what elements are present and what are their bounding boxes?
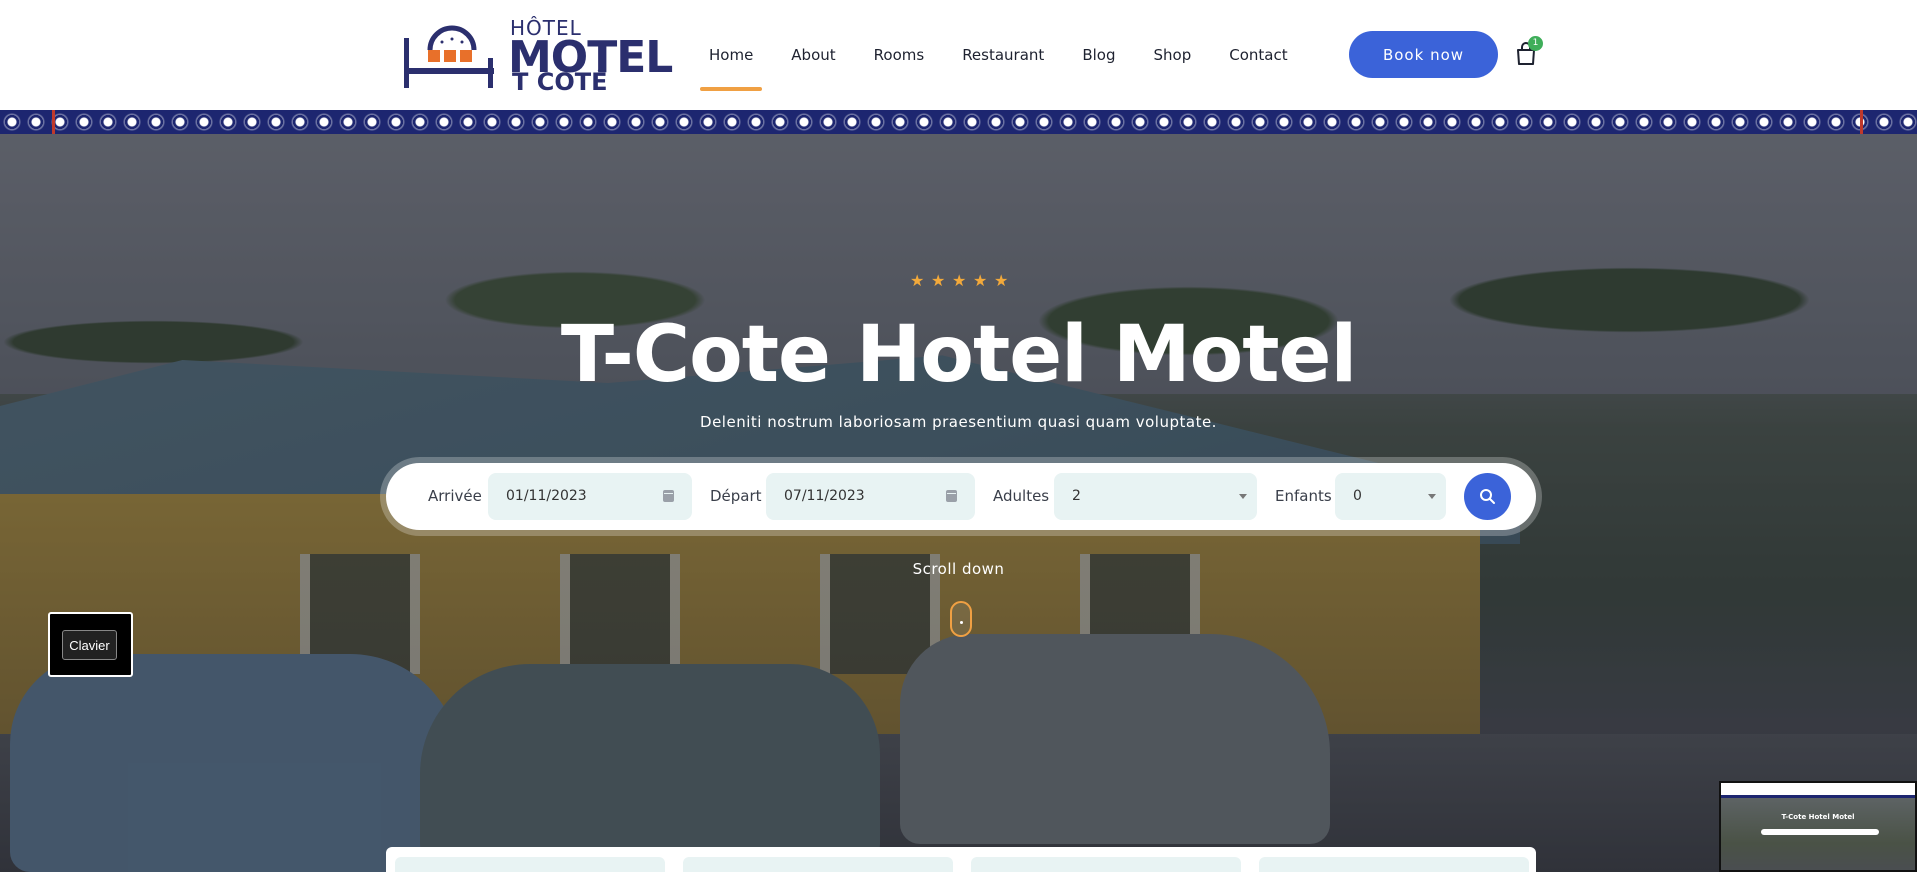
departure-date-input[interactable]: 07/11/2023 [766, 473, 975, 520]
main-nav: Home About Rooms Restaurant Blog Shop Co… [690, 0, 1307, 110]
adults-select[interactable]: 2 [1054, 473, 1257, 520]
thumb-booking-bar [1761, 829, 1879, 835]
children-select[interactable]: 0 [1335, 473, 1446, 520]
departure-label: Départ [710, 487, 762, 505]
nav-item-contact[interactable]: Contact [1229, 0, 1287, 110]
star-icon: ★ [931, 271, 946, 290]
site-header: HÔTEL MOTEL T CÔTÉ Home About Rooms Rest… [0, 0, 1917, 110]
hero-subtitle: Deleniti nostrum laboriosam praesentium … [700, 413, 1217, 431]
nav-item-about[interactable]: About [791, 0, 835, 110]
keyboard-button[interactable]: Clavier [62, 630, 117, 660]
chevron-down-icon [1428, 494, 1436, 499]
keyboard-overlay: Clavier [48, 612, 133, 677]
calendar-icon[interactable] [946, 490, 957, 502]
hero-title: T-Cote Hotel Motel [560, 310, 1357, 400]
nav-item-home[interactable]: Home [699, 0, 763, 110]
children-label: Enfants [1275, 487, 1332, 505]
book-now-button[interactable]: Book now [1349, 31, 1498, 78]
adults-label: Adultes [993, 487, 1050, 505]
bed-logo-icon [404, 25, 494, 88]
page-preview-thumbnail[interactable]: T-Cote Hotel Motel [1719, 781, 1917, 872]
arrival-date-input[interactable]: 01/11/2023 [488, 473, 692, 520]
nav-item-blog[interactable]: Blog [1082, 0, 1115, 110]
thumb-hero [1721, 798, 1915, 870]
site-logo[interactable]: HÔTEL MOTEL T CÔTÉ [400, 14, 673, 96]
departure-date-value: 07/11/2023 [784, 488, 865, 504]
thumb-header [1721, 783, 1915, 795]
adults-select-value: 2 [1072, 488, 1081, 504]
band-marker-right [1860, 110, 1863, 134]
room-card[interactable] [1259, 857, 1529, 872]
room-cards-section [386, 847, 1536, 872]
room-card[interactable] [683, 857, 953, 872]
search-availability-button[interactable] [1464, 473, 1511, 520]
search-icon [1480, 489, 1495, 504]
logo-tcote-text: T CÔTÉ [512, 68, 608, 96]
mouse-wheel-dot [960, 621, 963, 624]
scroll-mouse-icon[interactable] [950, 601, 972, 637]
star-icon: ★ [952, 271, 967, 290]
rating-stars: ★ ★ ★ ★ ★ [910, 273, 1010, 293]
scroll-down-label: Scroll down [912, 560, 1005, 578]
star-icon: ★ [994, 271, 1009, 290]
arrival-label: Arrivée [428, 487, 482, 505]
chevron-down-icon [1239, 494, 1247, 499]
thumb-title: T-Cote Hotel Motel [1781, 813, 1855, 821]
star-icon: ★ [910, 271, 925, 290]
room-card[interactable] [971, 857, 1241, 872]
nav-item-restaurant[interactable]: Restaurant [962, 0, 1044, 110]
arrival-date-value: 01/11/2023 [506, 488, 587, 504]
fleur-de-lis-band [0, 110, 1917, 134]
cart-count-badge: 1 [1528, 36, 1543, 51]
nav-item-rooms[interactable]: Rooms [874, 0, 925, 110]
nav-item-shop[interactable]: Shop [1153, 0, 1191, 110]
star-icon: ★ [973, 271, 988, 290]
booking-form: Arrivée 01/11/2023 Départ 07/11/2023 Adu… [386, 463, 1536, 530]
band-marker-left [52, 110, 55, 134]
children-select-value: 0 [1353, 488, 1362, 504]
calendar-icon[interactable] [663, 490, 674, 502]
room-card[interactable] [395, 857, 665, 872]
